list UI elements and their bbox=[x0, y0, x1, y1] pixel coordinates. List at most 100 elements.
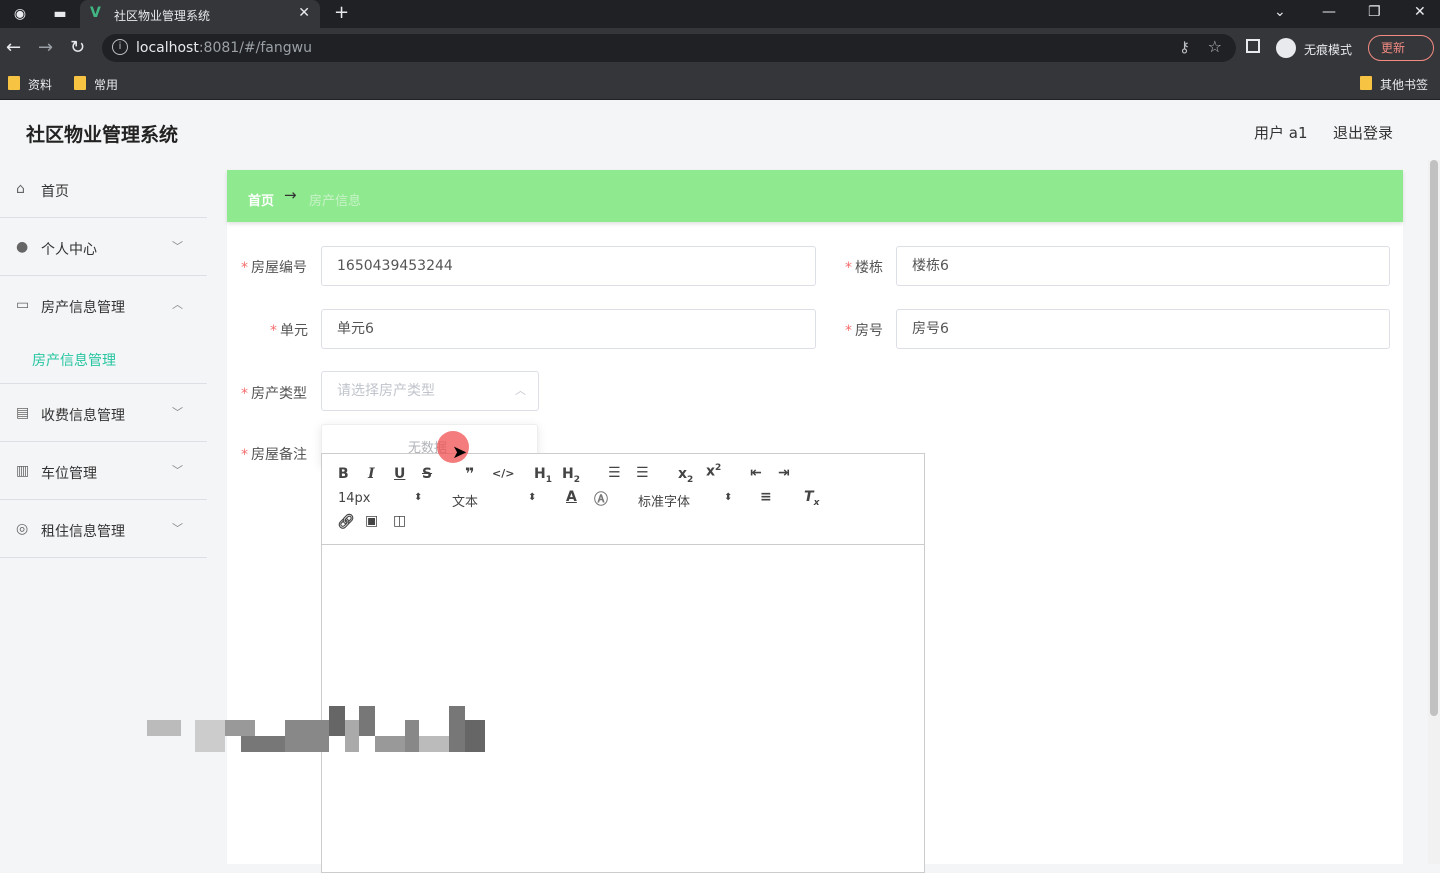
background-color-icon[interactable]: Ⓐ bbox=[594, 489, 608, 509]
underline-icon[interactable]: U bbox=[394, 466, 405, 482]
sidebar-item-parking[interactable]: ▥ 车位管理 ﹀ bbox=[0, 442, 207, 500]
code-icon[interactable]: </> bbox=[492, 467, 514, 480]
sidebar-item-label: 个人中心 bbox=[41, 242, 97, 258]
browser-menu-icon[interactable]: ◉ bbox=[10, 4, 30, 24]
close-window-icon[interactable]: ✕ bbox=[1414, 4, 1426, 20]
incognito-label: 无痕模式 bbox=[1304, 43, 1353, 57]
page-scrollbar[interactable] bbox=[1428, 160, 1440, 864]
pixelated-overlay bbox=[147, 706, 487, 752]
h2-icon[interactable]: H2 bbox=[562, 466, 580, 485]
bookmark-folder[interactable]: 资料 bbox=[8, 76, 52, 93]
sidebar-item-home[interactable]: ⌂ 首页 bbox=[0, 160, 207, 218]
sidebar-item-label: 房产信息管理 bbox=[41, 300, 125, 316]
font-family-select[interactable]: 标准字体 ⬍ bbox=[638, 491, 734, 510]
room-label: * 房号 bbox=[845, 323, 883, 339]
house-no-label: * 房屋编号 bbox=[241, 260, 307, 276]
side-panel-icon[interactable] bbox=[1246, 39, 1260, 53]
key-icon[interactable]: ⚷ bbox=[1179, 38, 1190, 56]
chevron-up-icon: ︿ bbox=[172, 298, 183, 311]
window-icon[interactable]: ▬ bbox=[50, 4, 70, 24]
breadcrumb-current: 房产信息 bbox=[309, 194, 362, 209]
sidebar-item-label: 租住信息管理 bbox=[41, 524, 125, 540]
italic-icon[interactable]: I bbox=[368, 466, 375, 482]
property-type-select[interactable]: 请选择房产类型 ︿ bbox=[321, 371, 539, 411]
home-icon: ⌂ bbox=[16, 181, 25, 197]
indent-icon[interactable]: ⇥ bbox=[778, 465, 790, 481]
breadcrumb-home[interactable]: 首页 bbox=[248, 190, 274, 209]
sidebar-item-label: 收费信息管理 bbox=[41, 408, 125, 424]
header-select[interactable]: 文本 ⬍ bbox=[452, 491, 538, 510]
vue-favicon-icon: V bbox=[90, 5, 101, 21]
scrollbar-thumb[interactable] bbox=[1430, 160, 1438, 716]
browser-tab-bar: ◉ ▬ V 社区物业管理系统 ✕ + ⌄ — ❐ ✕ bbox=[0, 0, 1440, 28]
other-bookmarks[interactable]: 其他书签 bbox=[1360, 76, 1428, 93]
bookmark-star-icon[interactable]: ☆ bbox=[1208, 37, 1222, 56]
briefcase-icon: ▤ bbox=[16, 405, 30, 421]
main-content: 首页 → 房产信息 * 房屋编号 1650439453244 * 楼栋 楼栋6 * 单… bbox=[227, 170, 1403, 873]
logout-link[interactable]: 退出登录 bbox=[1333, 122, 1393, 143]
bullet-list-icon[interactable]: ☰ bbox=[636, 465, 649, 481]
video-icon[interactable]: ◫ bbox=[393, 513, 406, 529]
circle-icon: ◎ bbox=[16, 521, 29, 537]
building-input[interactable]: 楼栋6 bbox=[896, 246, 1390, 286]
clipboard-icon: ▥ bbox=[16, 463, 30, 479]
sidebar-item-property[interactable]: ▭ 房产信息管理 ︿ bbox=[0, 276, 207, 334]
link-icon[interactable]: 🔗︎ bbox=[337, 514, 355, 530]
clear-format-icon[interactable]: Tx bbox=[804, 489, 819, 508]
bookmark-folder[interactable]: 常用 bbox=[74, 76, 118, 93]
url-text: localhost:8081/#/fangwu bbox=[136, 40, 312, 56]
font-color-icon[interactable]: A bbox=[566, 489, 577, 505]
blockquote-icon[interactable]: ❞ bbox=[465, 464, 474, 483]
app-brand: 社区物业管理系统 bbox=[26, 124, 179, 146]
strike-icon[interactable]: S bbox=[422, 466, 432, 482]
address-bar: ← → ↻ i localhost:8081/#/fangwu ⚷ ☆ bbox=[0, 28, 1440, 68]
browser-tab[interactable]: V 社区物业管理系统 ✕ bbox=[80, 0, 320, 28]
update-button[interactable]: 更新 bbox=[1368, 35, 1434, 61]
incognito-icon[interactable] bbox=[1276, 38, 1296, 58]
sidebar-item-personal[interactable]: ● 个人中心 ﹀ bbox=[0, 218, 207, 276]
user-icon: ● bbox=[16, 239, 29, 255]
chevron-down-icon: ﹀ bbox=[172, 522, 183, 535]
sidebar-item-rental[interactable]: ◎ 租住信息管理 ﹀ bbox=[0, 500, 207, 558]
subscript-icon[interactable]: x2 bbox=[678, 466, 693, 485]
forward-icon[interactable]: → bbox=[38, 37, 53, 58]
reload-icon[interactable]: ↻ bbox=[70, 37, 85, 58]
unit-label: * 单元 bbox=[270, 323, 308, 339]
h1-icon[interactable]: H1 bbox=[534, 466, 552, 485]
submenu-label: 房产信息管理 bbox=[32, 353, 116, 369]
sidebar-item-label: 首页 bbox=[41, 184, 69, 200]
align-icon[interactable]: ≡ bbox=[760, 489, 772, 505]
unit-input[interactable]: 单元6 bbox=[321, 309, 816, 349]
sidebar-item-fees[interactable]: ▤ 收费信息管理 ﹀ bbox=[0, 384, 207, 442]
new-tab-icon[interactable]: + bbox=[334, 2, 349, 23]
image-icon[interactable]: ▣ bbox=[365, 513, 378, 529]
close-tab-icon[interactable]: ✕ bbox=[298, 5, 310, 21]
mouse-cursor-icon: ➤ bbox=[452, 442, 468, 463]
bold-icon[interactable]: B bbox=[338, 466, 349, 482]
building-label: * 楼栋 bbox=[845, 260, 883, 276]
font-size-select[interactable]: 14px ⬍ bbox=[338, 491, 424, 506]
sidebar-item-label: 车位管理 bbox=[41, 466, 97, 482]
rich-text-editor[interactable]: B I U S ❞ </> H1 H2 ☰ ☰ x2 x2 ⇤ ⇥ 14px ⬍ … bbox=[321, 453, 925, 873]
chevron-down-icon: ﹀ bbox=[172, 406, 183, 419]
editor-toolbar: B I U S ❞ </> H1 H2 ☰ ☰ x2 x2 ⇤ ⇥ 14px ⬍ … bbox=[322, 454, 924, 545]
room-input[interactable]: 房号6 bbox=[896, 309, 1390, 349]
info-icon[interactable]: i bbox=[112, 39, 128, 55]
bookmarks-bar: 资料 常用 其他书签 bbox=[0, 68, 1440, 100]
minimize-icon[interactable]: — bbox=[1322, 4, 1336, 20]
tab-title: 社区物业管理系统 bbox=[114, 9, 211, 23]
house-no-input[interactable]: 1650439453244 bbox=[321, 246, 816, 286]
app-page: 社区物业管理系统 用户 a1 退出登录 ⌂ 首页 ● 个人中心 ﹀ ▭ 房产信息… bbox=[0, 100, 1440, 873]
ordered-list-icon[interactable]: ☰ bbox=[608, 465, 621, 481]
monitor-icon: ▭ bbox=[16, 297, 30, 313]
current-user: 用户 a1 bbox=[1254, 124, 1308, 142]
back-icon[interactable]: ← bbox=[6, 37, 21, 58]
url-input[interactable]: i localhost:8081/#/fangwu ⚷ ☆ bbox=[102, 34, 1236, 62]
superscript-icon[interactable]: x2 bbox=[706, 463, 721, 480]
tab-search-icon[interactable]: ⌄ bbox=[1274, 4, 1286, 20]
chevron-down-icon: ﹀ bbox=[172, 240, 183, 253]
outdent-icon[interactable]: ⇤ bbox=[750, 465, 762, 481]
restore-icon[interactable]: ❐ bbox=[1368, 4, 1381, 20]
submenu-item-property[interactable]: 房产信息管理 bbox=[0, 334, 207, 384]
sidebar: ⌂ 首页 ● 个人中心 ﹀ ▭ 房产信息管理 ︿ 房产信息管理 ▤ 收费信息管理… bbox=[0, 160, 207, 558]
